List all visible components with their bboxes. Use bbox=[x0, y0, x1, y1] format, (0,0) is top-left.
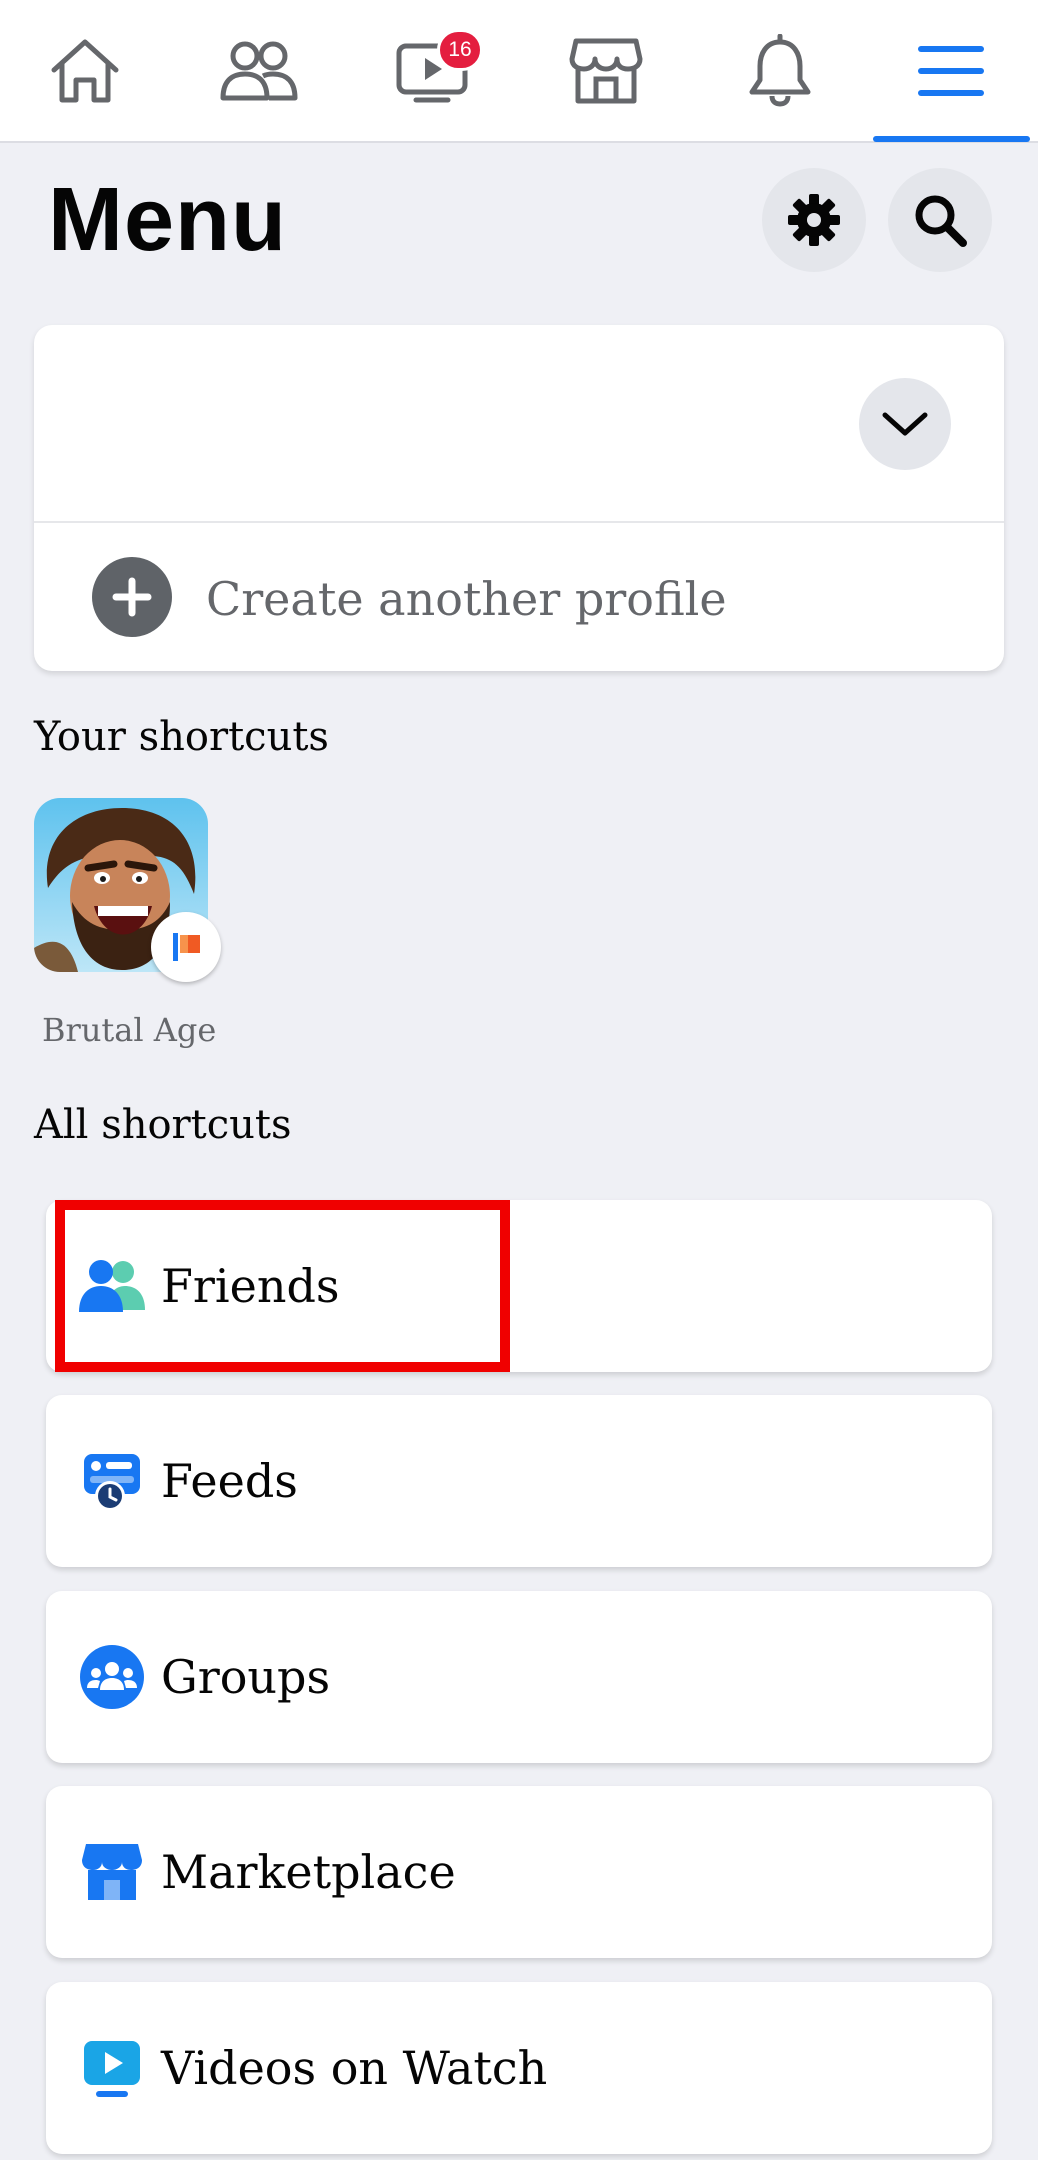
nav-tab-notifications[interactable] bbox=[720, 0, 840, 141]
nav-tab-home[interactable] bbox=[25, 0, 145, 141]
video-icon bbox=[76, 2032, 148, 2104]
your-shortcuts-heading: Your shortcuts bbox=[34, 714, 329, 760]
shortcut-label: Videos on Watch bbox=[161, 2041, 548, 2095]
profile-switcher-button[interactable] bbox=[859, 378, 951, 470]
top-navigation-bar: 16 bbox=[0, 0, 1038, 143]
create-profile-label: Create another profile bbox=[206, 572, 727, 626]
nav-tab-watch[interactable] bbox=[372, 0, 492, 141]
nav-tab-friends[interactable] bbox=[199, 0, 319, 141]
nav-tab-marketplace[interactable] bbox=[546, 0, 666, 141]
friends-icon bbox=[76, 1250, 148, 1322]
feeds-icon bbox=[76, 1445, 148, 1517]
active-tab-indicator bbox=[873, 136, 1030, 142]
bell-icon bbox=[749, 33, 811, 107]
search-button[interactable] bbox=[888, 168, 992, 272]
shortcut-label: Groups bbox=[161, 1650, 331, 1704]
settings-button[interactable] bbox=[762, 168, 866, 272]
notification-badge: 16 bbox=[437, 29, 483, 71]
marketplace-icon bbox=[569, 38, 643, 103]
hamburger-icon bbox=[918, 45, 984, 96]
search-icon bbox=[915, 195, 967, 247]
page-title: Menu bbox=[48, 170, 287, 270]
shortcut-row-videos-on-watch[interactable]: Videos on Watch bbox=[46, 1982, 992, 2154]
create-profile-button[interactable]: Create another profile bbox=[34, 523, 1004, 671]
shortcut-brutal-age[interactable]: Brutal Age bbox=[34, 798, 224, 1058]
home-icon bbox=[51, 39, 119, 102]
nav-tab-menu[interactable] bbox=[891, 0, 1011, 141]
profile-card[interactable]: Create another profile bbox=[34, 325, 1004, 671]
shortcut-label: Brutal Age bbox=[42, 1011, 217, 1049]
shortcut-row-marketplace[interactable]: Marketplace bbox=[46, 1786, 992, 1958]
shortcut-label: Marketplace bbox=[161, 1845, 456, 1899]
shortcut-row-feeds[interactable]: Feeds bbox=[46, 1395, 992, 1567]
groups-icon bbox=[76, 1641, 148, 1713]
gear-icon bbox=[788, 194, 840, 246]
marketplace-icon bbox=[76, 1836, 148, 1908]
chevron-down-icon bbox=[882, 412, 928, 436]
all-shortcuts-heading: All shortcuts bbox=[34, 1102, 292, 1148]
shortcut-row-groups[interactable]: Groups bbox=[46, 1591, 992, 1763]
shortcut-label: Feeds bbox=[161, 1454, 298, 1508]
flag-icon bbox=[151, 912, 221, 982]
plus-icon bbox=[92, 557, 172, 637]
friends-icon bbox=[220, 41, 298, 100]
shortcut-row-friends[interactable]: Friends bbox=[46, 1200, 992, 1372]
shortcut-label: Friends bbox=[161, 1259, 340, 1313]
